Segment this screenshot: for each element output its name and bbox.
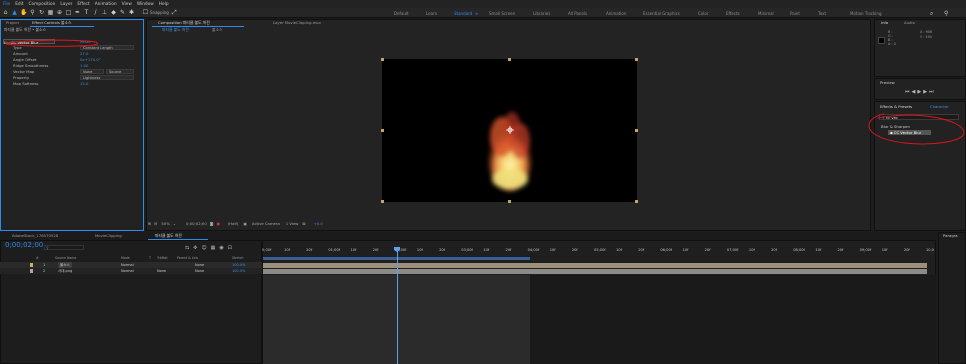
ruler-tick-label: 05;00f xyxy=(594,248,606,252)
layer-parent[interactable]: None xyxy=(195,268,204,274)
comp-flowchart-icon[interactable]: ⇆ xyxy=(185,245,193,251)
timeline-timecode[interactable]: 0;00;02;00 xyxy=(5,241,43,249)
ruler-tick-label: 10f xyxy=(483,248,490,252)
col-mode: Mode xyxy=(121,256,130,260)
shy-icon[interactable]: ☺ xyxy=(201,245,210,251)
ruler-tick-label: 20f xyxy=(903,248,910,252)
ruler-tick-label: 10;0 xyxy=(926,248,935,252)
timeline-switches: ⇆✜☺▦◉⊡ xyxy=(185,245,236,251)
ruler-tick-label: 10f xyxy=(815,248,822,252)
bottom-tab-bar xyxy=(0,232,966,240)
ruler-tick-label: 20f xyxy=(372,248,379,252)
ruler-tick-label: 20f xyxy=(837,248,844,252)
layer-name[interactable]: 사대.png xyxy=(58,268,72,274)
ruler-tick-label: 20f xyxy=(505,248,512,252)
layer-trkmat[interactable]: None xyxy=(157,268,166,274)
col-num: # xyxy=(36,256,39,260)
timeline-search-field[interactable]: ⚲ xyxy=(44,245,84,250)
ruler-tick-label: 10f xyxy=(549,248,556,252)
layer-number: 2 xyxy=(43,269,46,273)
layer-bar[interactable] xyxy=(263,269,927,274)
ruler-tick-label: 10f xyxy=(682,248,689,252)
ruler-tick-label: 20f xyxy=(638,248,645,252)
tab-movieclipping[interactable]: MovieClipping xyxy=(95,233,122,239)
annotation-effect-circle xyxy=(5,39,98,47)
paragraph-panel xyxy=(938,232,966,364)
timeline-header-row: # Source Name Mode T TrkMat Parent & Lin… xyxy=(0,256,262,261)
ruler-tick-label: 07;00f xyxy=(726,248,739,252)
current-time-indicator[interactable] xyxy=(397,248,398,364)
ruler-tick-label: 10f xyxy=(881,248,888,252)
motion-blur-icon[interactable]: ◉ xyxy=(219,245,227,251)
ruler-tick-label: 03;00f xyxy=(461,248,473,252)
tab-adobestock[interactable]: AdobeStock_176570528 xyxy=(12,233,58,239)
ruler-tick-label: 20f xyxy=(306,248,313,252)
layer-label-color xyxy=(30,263,33,267)
layer-label-color xyxy=(30,269,33,273)
ruler-tick-label: 20f xyxy=(771,248,777,252)
ruler-tick-label: 10f xyxy=(616,248,622,252)
col-stretch: Stretch xyxy=(232,256,244,260)
ruler-tick-label: 10f xyxy=(416,248,423,252)
ruler-tick-label: 20f xyxy=(439,248,445,252)
col-t: T xyxy=(149,256,151,260)
annotation-search-circle xyxy=(868,113,965,145)
ruler-tick-label: 10f xyxy=(284,248,290,252)
ruler-tick-label: 08;00f xyxy=(793,248,805,252)
inactive-region xyxy=(530,275,936,364)
col-trkmat: TrkMat xyxy=(157,256,168,260)
ruler-tick-label: 06;00f xyxy=(660,248,673,252)
ruler: 0;00f 10f 20f 01;00f 10f 20f 02;00f 10f 20f 03;00… xyxy=(262,248,936,256)
layer-mode[interactable]: Normal xyxy=(121,268,134,274)
ruler-tick-label: 01;00f xyxy=(328,248,341,252)
ruler-tick-label: 10f xyxy=(748,248,755,252)
graph-editor-icon[interactable]: ⊡ xyxy=(228,245,236,251)
ruler-tick-label: 10f xyxy=(350,248,357,252)
ruler-tick-label: 20f xyxy=(704,248,711,252)
ruler-tick-label: 04;00f xyxy=(527,248,540,252)
layer-row[interactable]: 2 사대.png Normal None None 100.0% xyxy=(0,268,262,274)
col-source-name: Source Name xyxy=(55,256,77,260)
ruler-tick-label: 0;00f xyxy=(262,248,272,252)
layer-bar[interactable] xyxy=(263,263,927,268)
paragraph-tab[interactable]: Paragra xyxy=(943,233,958,239)
ruler-tick-label: 20f xyxy=(571,248,578,252)
col-parent: Parent & Link xyxy=(177,256,199,260)
layer-stretch[interactable]: 100.0% xyxy=(232,268,245,274)
ruler-tick-label: 09;00f xyxy=(859,248,872,252)
